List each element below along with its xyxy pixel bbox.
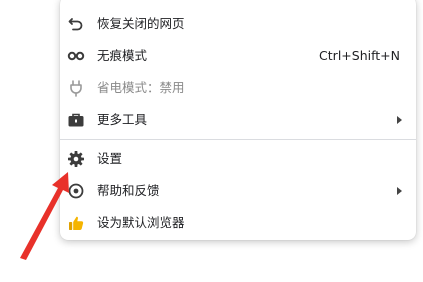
screenshot-stage: 恢复关闭的网页 无痕模式 Ctrl+Shift+N 省电模式：禁用 更多工具 设… [0, 0, 423, 282]
menu-item-label: 设为默认浏览器 [97, 215, 185, 230]
browser-main-menu: 恢复关闭的网页 无痕模式 Ctrl+Shift+N 省电模式：禁用 更多工具 设… [60, 0, 416, 240]
incognito-glasses-icon [67, 47, 85, 65]
menu-item-label: 无痕模式 [97, 48, 148, 63]
menu-item-set-default-browser[interactable]: 设为默认浏览器 [60, 207, 416, 239]
menu-item-label: 恢复关闭的网页 [97, 16, 185, 31]
undo-arrow-icon [67, 15, 85, 33]
submenu-arrow-icon [397, 187, 402, 195]
menu-item-restore-closed-pages[interactable]: 恢复关闭的网页 [60, 8, 416, 40]
toolbox-icon [67, 111, 85, 129]
menu-item-more-tools[interactable]: 更多工具 [60, 104, 416, 136]
menu-item-settings[interactable]: 设置 [60, 143, 416, 175]
gear-icon [67, 150, 85, 168]
power-plug-icon [67, 79, 85, 97]
menu-item-label: 设置 [97, 151, 123, 166]
thumbs-up-icon [67, 214, 85, 232]
menu-item-help-feedback[interactable]: 帮助和反馈 [60, 175, 416, 207]
menu-item-label: 帮助和反馈 [97, 183, 160, 198]
menu-item-label: 省电模式：禁用 [97, 80, 185, 95]
menu-item-incognito[interactable]: 无痕模式 Ctrl+Shift+N [60, 40, 416, 72]
submenu-arrow-icon [397, 116, 402, 124]
keyboard-shortcut: Ctrl+Shift+N [319, 48, 400, 63]
help-icon [67, 182, 85, 200]
menu-item-label: 更多工具 [97, 112, 148, 127]
menu-divider [60, 139, 416, 140]
menu-item-power-saving: 省电模式：禁用 [60, 72, 416, 104]
